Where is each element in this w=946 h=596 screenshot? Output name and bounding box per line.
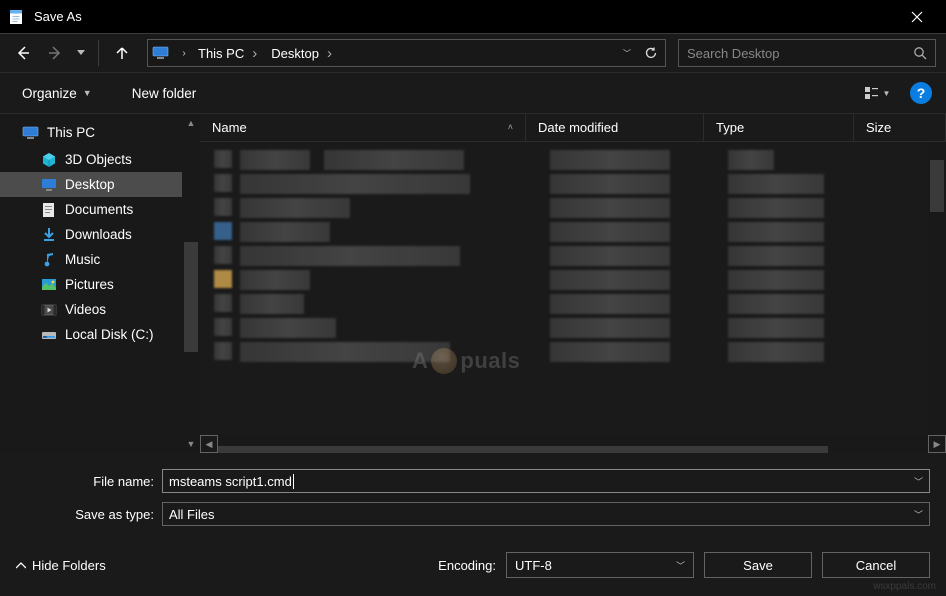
scrollbar-thumb[interactable] — [930, 160, 944, 212]
search-placeholder: Search Desktop — [687, 46, 913, 61]
scroll-left-icon[interactable]: ◀ — [200, 435, 218, 453]
breadcrumb-root-chevron-icon[interactable]: › — [174, 48, 194, 59]
list-item[interactable] — [214, 246, 932, 268]
toolbar: Organize ▼ New folder ▼ ? — [0, 73, 946, 113]
tree-this-pc[interactable]: This PC — [0, 120, 200, 145]
breadcrumb-desktop[interactable]: Desktop — [267, 40, 342, 66]
encoding-select[interactable]: UTF-8 ﹀ — [506, 552, 694, 578]
scroll-up-icon[interactable]: ▲ — [182, 114, 200, 132]
breadcrumb-dropdown-icon[interactable]: ﹀ — [617, 48, 637, 59]
dialog-footer: Hide Folders Encoding: UTF-8 ﹀ Save Canc… — [0, 532, 946, 596]
list-item[interactable] — [214, 198, 932, 220]
this-pc-icon — [22, 124, 40, 142]
save-form: File name: msteams script1.cmd ﹀ Save as… — [0, 453, 946, 532]
column-type[interactable]: Type — [704, 114, 854, 141]
chevron-down-icon: ﹀ — [676, 559, 685, 572]
chevron-down-icon[interactable]: ﹀ — [914, 508, 923, 521]
nav-scrollbar[interactable]: ▲ ▼ — [182, 114, 200, 453]
cube-icon — [40, 151, 58, 169]
organize-button[interactable]: Organize ▼ — [14, 81, 100, 106]
tree-pictures[interactable]: Pictures — [0, 272, 200, 297]
tree-desktop[interactable]: Desktop — [0, 172, 200, 197]
tree-local-disk-c[interactable]: Local Disk (C:) — [0, 322, 200, 347]
close-button[interactable] — [894, 0, 940, 33]
list-scrollbar-vertical[interactable] — [928, 142, 946, 435]
save-button[interactable]: Save — [704, 552, 812, 578]
nav-separator — [98, 40, 99, 66]
filename-label: File name: — [16, 474, 154, 489]
chevron-down-icon: ▼ — [883, 89, 891, 98]
up-button[interactable] — [109, 40, 135, 66]
list-item[interactable] — [214, 294, 932, 316]
saveastype-label: Save as type: — [16, 507, 154, 522]
new-folder-button[interactable]: New folder — [124, 81, 205, 106]
titlebar: Save As — [0, 0, 946, 33]
list-item[interactable] — [214, 318, 932, 340]
tree-music[interactable]: Music — [0, 247, 200, 272]
column-name[interactable]: Name ˄ — [200, 114, 526, 141]
list-item[interactable] — [214, 174, 932, 196]
navigation-pane: This PC 3D Objects Desktop Documents Dow… — [0, 114, 200, 453]
scrollbar-thumb[interactable] — [218, 446, 828, 453]
encoding-label: Encoding: — [438, 558, 496, 573]
nav-row: › This PC Desktop ﹀ Search Desktop — [0, 33, 946, 73]
cancel-button[interactable]: Cancel — [822, 552, 930, 578]
tree-downloads[interactable]: Downloads — [0, 222, 200, 247]
disk-icon — [40, 326, 58, 344]
site-watermark: wsxppals.com — [873, 581, 936, 592]
search-icon — [913, 46, 927, 60]
recent-locations-button[interactable] — [74, 40, 88, 66]
search-input[interactable]: Search Desktop — [678, 39, 936, 67]
sort-indicator-icon: ˄ — [508, 122, 513, 132]
tree-videos[interactable]: Videos — [0, 297, 200, 322]
file-list-pane: Name ˄ Date modified Type Size — [200, 114, 946, 453]
list-item[interactable] — [214, 342, 932, 364]
downloads-icon — [40, 226, 58, 244]
save-as-dialog: Save As › This PC Desktop ﹀ — [0, 0, 946, 596]
saveastype-select[interactable]: All Files ﹀ — [162, 502, 930, 526]
refresh-icon[interactable] — [637, 46, 665, 60]
pictures-icon — [40, 276, 58, 294]
chevron-down-icon[interactable]: ﹀ — [914, 475, 923, 488]
window-title: Save As — [34, 9, 894, 24]
tree-3d-objects[interactable]: 3D Objects — [0, 147, 200, 172]
hide-folders-button[interactable]: Hide Folders — [16, 558, 106, 573]
chevron-up-icon — [16, 562, 26, 569]
column-headers: Name ˄ Date modified Type Size — [200, 114, 946, 142]
breadcrumb[interactable]: › This PC Desktop ﹀ — [147, 39, 666, 67]
this-pc-breadcrumb-icon — [148, 46, 174, 60]
filename-input[interactable]: msteams script1.cmd ﹀ — [162, 469, 930, 493]
list-item[interactable]: 1 — [214, 150, 932, 172]
list-item[interactable] — [214, 270, 932, 292]
column-size[interactable]: Size — [854, 114, 946, 141]
music-icon — [40, 251, 58, 269]
videos-icon — [40, 301, 58, 319]
notepad-icon — [8, 8, 26, 26]
back-button[interactable] — [10, 40, 36, 66]
list-item[interactable] — [214, 222, 932, 244]
scroll-right-icon[interactable]: ▶ — [928, 435, 946, 453]
scroll-down-icon[interactable]: ▼ — [182, 435, 200, 453]
nav-scrollbar-thumb[interactable] — [184, 242, 198, 352]
view-options-button[interactable]: ▼ — [858, 80, 896, 106]
tree-documents[interactable]: Documents — [0, 197, 200, 222]
breadcrumb-this-pc[interactable]: This PC — [194, 40, 267, 66]
column-date[interactable]: Date modified — [526, 114, 704, 141]
chevron-down-icon: ▼ — [83, 88, 92, 98]
list-scrollbar-horizontal[interactable]: ◀ ▶ — [200, 435, 946, 453]
forward-button[interactable] — [42, 40, 68, 66]
documents-icon — [40, 201, 58, 219]
desktop-icon — [40, 176, 58, 194]
help-button[interactable]: ? — [910, 82, 932, 104]
file-list[interactable]: 1 — [200, 142, 946, 453]
